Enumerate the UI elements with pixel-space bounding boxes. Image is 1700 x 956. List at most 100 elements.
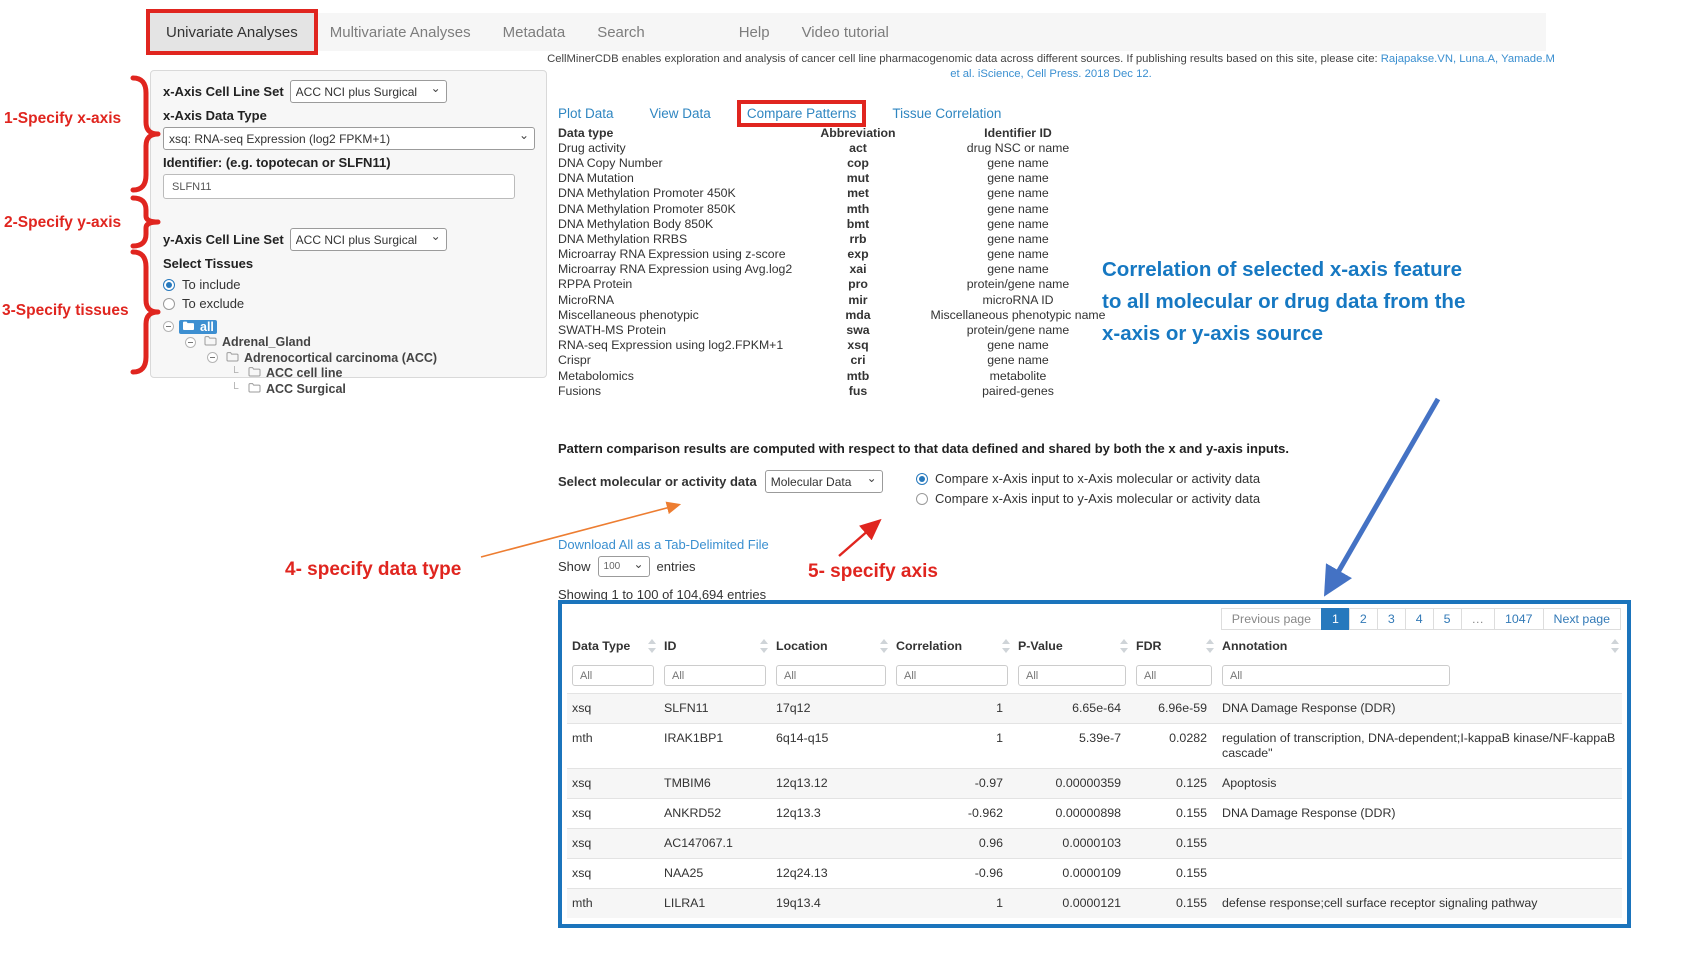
radio-exclude-icon[interactable] bbox=[163, 298, 175, 310]
tab-plot-data[interactable]: Plot Data bbox=[558, 106, 614, 121]
download-link[interactable]: Download All as a Tab-Delimited File bbox=[558, 537, 769, 552]
nav-item-univariate-analyses[interactable]: Univariate Analyses bbox=[150, 13, 314, 51]
column-header-annotation[interactable]: Annotation bbox=[1217, 633, 1622, 658]
nav-item-help[interactable]: Help bbox=[723, 13, 786, 51]
citation-text: CellMinerCDB enables exploration and ana… bbox=[545, 52, 1557, 82]
cell-location: 19q13.4 bbox=[771, 889, 891, 919]
column-header-fdr[interactable]: FDR bbox=[1131, 633, 1217, 658]
sort-icon[interactable] bbox=[760, 639, 768, 653]
column-header-p-value[interactable]: P-Value bbox=[1013, 633, 1131, 658]
page-button-4[interactable]: 4 bbox=[1405, 608, 1434, 630]
data-type-legend-row: RPPA Proteinproprotein/gene name bbox=[558, 277, 1133, 292]
sort-icon[interactable] bbox=[1002, 639, 1010, 653]
radio-include-icon[interactable] bbox=[163, 279, 175, 291]
legend-cell: mir bbox=[813, 293, 903, 307]
cell-location: 6q14-q15 bbox=[771, 724, 891, 769]
entries-count-select[interactable]: 100 bbox=[598, 556, 650, 577]
y-axis-cell-line-set-label: y-Axis Cell Line Set bbox=[163, 232, 284, 247]
data-type-legend-row: SWATH-MS Proteinswaprotein/gene name bbox=[558, 322, 1133, 337]
tree-node-label[interactable]: Adrenal_Gland bbox=[201, 335, 314, 349]
x-axis-cell-line-set-label: x-Axis Cell Line Set bbox=[163, 84, 284, 99]
filter-input-id[interactable] bbox=[664, 665, 766, 686]
axis-compare-radios: Compare x-Axis input to x-Axis molecular… bbox=[916, 469, 1260, 509]
filter-input-p-value[interactable] bbox=[1018, 665, 1126, 686]
previous-page-button[interactable]: Previous page bbox=[1221, 608, 1322, 630]
x-axis-data-type-select[interactable]: xsq: RNA-seq Expression (log2 FPKM+1) bbox=[163, 127, 535, 150]
legend-cell: Miscellaneous phenotypic name bbox=[903, 308, 1133, 322]
cell-location: 12q13.3 bbox=[771, 799, 891, 829]
legend-cell: xsq bbox=[813, 338, 903, 352]
cell-correlation: 1 bbox=[891, 889, 1013, 919]
tree-node-all[interactable]: all bbox=[163, 319, 534, 335]
filter-input-location[interactable] bbox=[776, 665, 886, 686]
sort-icon[interactable] bbox=[648, 639, 656, 653]
tab-view-data[interactable]: View Data bbox=[650, 106, 711, 121]
page-button-1047[interactable]: 1047 bbox=[1494, 608, 1544, 630]
axis-compare-option-x[interactable]: Compare x-Axis input to x-Axis molecular… bbox=[916, 469, 1260, 488]
legend-cell: metabolite bbox=[903, 369, 1133, 383]
tree-node-label[interactable]: ACC Surgical bbox=[245, 382, 349, 396]
filter-input-data-type[interactable] bbox=[572, 665, 654, 686]
sort-icon[interactable] bbox=[880, 639, 888, 653]
identifier-input[interactable] bbox=[163, 174, 515, 199]
tree-node-text: Adrenal_Gland bbox=[222, 335, 311, 349]
radio-label: Compare x-Axis input to y-Axis molecular… bbox=[935, 491, 1260, 506]
tree-node-acc-cell-line[interactable]: └ACC cell line bbox=[163, 366, 534, 382]
axis-parameters-panel: x-Axis Cell Line Set ACC NCI plus Surgic… bbox=[150, 70, 547, 378]
sort-icon[interactable] bbox=[1611, 639, 1619, 653]
tree-node-text: Adrenocortical carcinoma (ACC) bbox=[244, 351, 437, 365]
nav-item-multivariate-analyses[interactable]: Multivariate Analyses bbox=[314, 13, 487, 51]
nav-item-metadata[interactable]: Metadata bbox=[487, 13, 582, 51]
column-header-location[interactable]: Location bbox=[771, 633, 891, 658]
legend-cell: Miscellaneous phenotypic bbox=[558, 308, 813, 322]
cell-data-type: xsq bbox=[567, 859, 659, 889]
column-header-data-type[interactable]: Data Type bbox=[567, 633, 659, 658]
radio-icon[interactable] bbox=[916, 493, 928, 505]
axis-compare-option-y[interactable]: Compare x-Axis input to y-Axis molecular… bbox=[916, 489, 1260, 508]
nav-item-video-tutorial[interactable]: Video tutorial bbox=[786, 13, 905, 51]
legend-cell: gene name bbox=[903, 156, 1133, 170]
folder-icon bbox=[248, 382, 261, 396]
tree-node-label[interactable]: Adrenocortical carcinoma (ACC) bbox=[223, 351, 440, 365]
tree-expander-icon[interactable] bbox=[163, 321, 174, 332]
y-axis-cell-line-set-select[interactable]: ACC NCI plus Surgical bbox=[290, 228, 447, 251]
cell-data-type: xsq bbox=[567, 769, 659, 799]
column-header-id[interactable]: ID bbox=[659, 633, 771, 658]
sort-icon[interactable] bbox=[1120, 639, 1128, 653]
next-page-button[interactable]: Next page bbox=[1543, 608, 1621, 630]
pagination-ellipsis[interactable]: … bbox=[1461, 608, 1495, 630]
radio-label: Compare x-Axis input to x-Axis molecular… bbox=[935, 471, 1260, 486]
column-header-correlation[interactable]: Correlation bbox=[891, 633, 1013, 658]
page-button-1[interactable]: 1 bbox=[1321, 608, 1350, 630]
data-type-legend-row: DNA Methylation Body 850Kbmtgene name bbox=[558, 216, 1133, 231]
radio-icon[interactable] bbox=[916, 473, 928, 485]
tree-node-adrenal-gland[interactable]: Adrenal_Gland bbox=[163, 335, 534, 351]
tree-node-label[interactable]: all bbox=[179, 320, 217, 334]
legend-cell: bmt bbox=[813, 217, 903, 231]
page-button-5[interactable]: 5 bbox=[1433, 608, 1462, 630]
page-button-3[interactable]: 3 bbox=[1377, 608, 1406, 630]
data-type-legend-row: Microarray RNA Expression using z-scoree… bbox=[558, 247, 1133, 262]
tree-node-adrenocortical-carcinoma-acc[interactable]: Adrenocortical carcinoma (ACC) bbox=[163, 350, 534, 366]
nav-item-search[interactable]: Search bbox=[581, 13, 661, 51]
show-entries-control: Show 100 entries bbox=[558, 556, 696, 577]
filter-input-annotation[interactable] bbox=[1222, 665, 1450, 686]
legend-cell: swa bbox=[813, 323, 903, 337]
tissues-exclude-option[interactable]: To exclude bbox=[163, 294, 534, 313]
tree-node-acc-surgical[interactable]: └ACC Surgical bbox=[163, 381, 534, 397]
molecular-data-select[interactable]: Molecular Data bbox=[765, 470, 883, 493]
page-button-2[interactable]: 2 bbox=[1349, 608, 1378, 630]
tree-expander-icon[interactable] bbox=[207, 352, 218, 363]
filter-input-correlation[interactable] bbox=[896, 665, 1008, 686]
tree-node-label[interactable]: ACC cell line bbox=[245, 366, 345, 380]
molecular-data-label: Select molecular or activity data bbox=[558, 474, 757, 489]
x-axis-cell-line-set-select[interactable]: ACC NCI plus Surgical bbox=[290, 80, 447, 103]
tab-compare-patterns[interactable]: Compare Patterns bbox=[741, 104, 863, 123]
filter-input-fdr[interactable] bbox=[1136, 665, 1212, 686]
tab-tissue-correlation[interactable]: Tissue Correlation bbox=[892, 106, 1001, 121]
data-type-legend-row: RNA-seq Expression using log2.FPKM+1xsqg… bbox=[558, 338, 1133, 353]
tree-expander-icon[interactable] bbox=[185, 337, 196, 348]
sort-icon[interactable] bbox=[1206, 639, 1214, 653]
legend-cell: drug NSC or name bbox=[903, 141, 1133, 155]
tissues-include-option[interactable]: To include bbox=[163, 275, 534, 294]
